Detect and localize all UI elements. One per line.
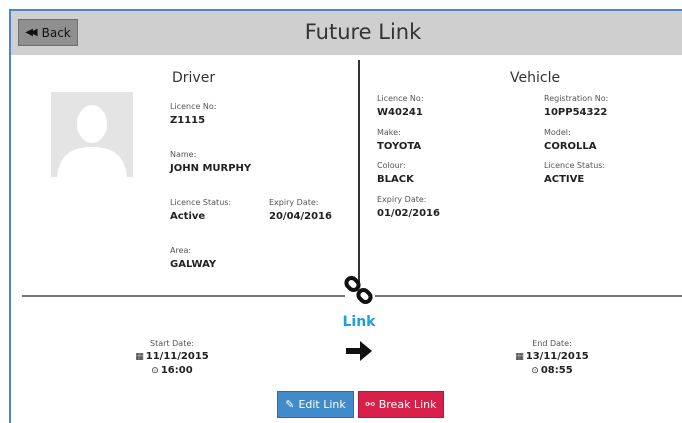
page-title: Future Link: [0, 20, 682, 44]
driver-area-label: Area:: [170, 246, 192, 255]
vehicle-registration: 10PP54322: [544, 107, 608, 118]
clock-icon: ⊙: [151, 366, 159, 376]
driver-expiry: 20/04/2016: [269, 211, 332, 222]
driver-licence-status: Active: [170, 211, 206, 222]
driver-licence-status-label: Licence Status:: [170, 198, 232, 207]
clock-icon: ⊙: [531, 366, 539, 376]
section-divider: [358, 60, 360, 288]
vehicle-colour: BLACK: [377, 174, 414, 185]
driver-licence-no-label: Licence No:: [170, 102, 217, 111]
start-date-block: Start Date: ▦ 11/11/2015 ⊙ 16:00: [122, 339, 222, 379]
driver-licence-no: Z1115: [170, 115, 206, 126]
link-line-right: [375, 295, 682, 297]
link-title: Link: [342, 314, 376, 330]
start-date-label: Start Date:: [150, 339, 194, 348]
vehicle-make-label: Make:: [377, 128, 401, 137]
calendar-icon: ▦: [135, 352, 144, 362]
driver-name: JOHN MURPHY: [170, 163, 252, 174]
vehicle-licence-status-label: Licence Status:: [544, 161, 606, 170]
vehicle-model-label: Model:: [544, 128, 571, 137]
driver-expiry-label: Expiry Date:: [269, 198, 319, 207]
vehicle-licence-no-label: Licence No:: [377, 94, 424, 103]
driver-area: GALWAY: [170, 259, 217, 270]
start-date-value: 11/11/2015: [145, 351, 209, 362]
page-title-text: Future Link: [304, 20, 422, 44]
driver-name-label: Name:: [170, 150, 197, 159]
start-time-value: 16:00: [160, 365, 193, 376]
end-date-label: End Date:: [532, 339, 572, 348]
unlink-icon: ⚯: [365, 398, 375, 411]
calendar-icon: ▦: [515, 352, 524, 362]
break-link-button[interactable]: ⚯ Break Link: [358, 391, 444, 418]
vehicle-expiry-label: Expiry Date:: [377, 195, 427, 204]
vehicle-make: TOYOTA: [377, 141, 422, 152]
end-date-value: 13/11/2015: [525, 351, 589, 362]
driver-heading: Driver: [172, 70, 216, 86]
end-date-block: End Date: ▦ 13/11/2015 ⊙ 08:55: [502, 339, 602, 379]
edit-link-button[interactable]: ✎ Edit Link: [277, 391, 354, 418]
vehicle-expiry: 01/02/2016: [377, 208, 440, 219]
edit-icon: ✎: [285, 398, 295, 411]
chain-link-icon: [343, 275, 375, 306]
vehicle-licence-no: W40241: [377, 107, 423, 118]
edit-link-label: Edit Link: [298, 398, 346, 411]
link-line-left: [22, 295, 345, 297]
vehicle-registration-label: Registration No:: [544, 94, 609, 103]
vehicle-licence-status: ACTIVE: [544, 174, 585, 185]
arrow-right-icon: [344, 338, 374, 364]
end-time-value: 08:55: [540, 365, 573, 376]
vehicle-colour-label: Colour:: [377, 161, 406, 170]
user-silhouette-icon: [51, 92, 133, 177]
vehicle-heading: Vehicle: [510, 70, 561, 86]
vehicle-model: COROLLA: [544, 141, 597, 152]
break-link-label: Break Link: [378, 398, 437, 411]
